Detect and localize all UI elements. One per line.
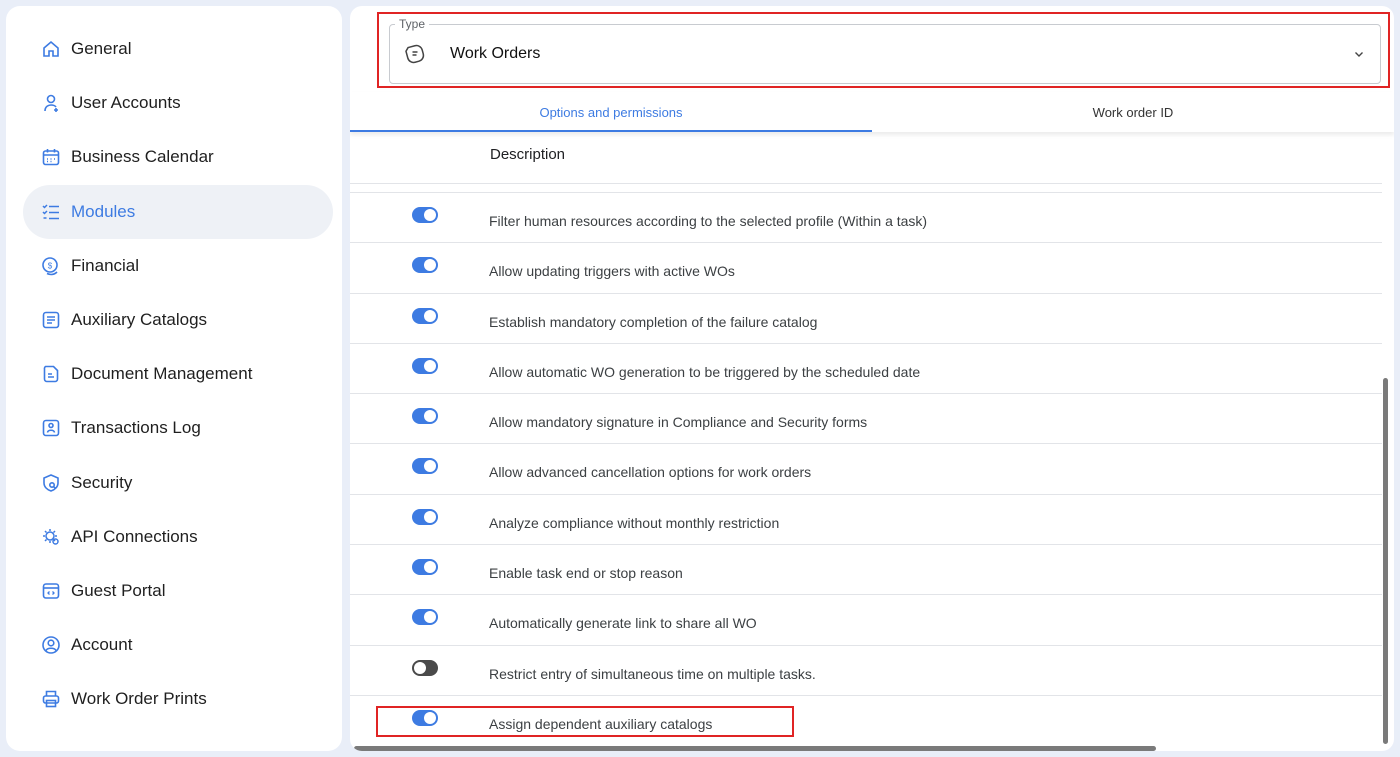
table-row: Restrict entry of simultaneous time on m… [350,644,1382,695]
option-description: Enable task end or stop reason [489,565,683,582]
option-description: Allow automatic WO generation to be trig… [489,363,921,380]
calendar-icon [41,147,61,167]
sidebar-item-user-accounts[interactable]: User Accounts [6,76,342,130]
description-column-header: Description [490,146,566,163]
module-settings-panel: Type Work Orders Options and permissions… [350,6,1394,751]
catalog-icon [41,310,61,330]
table-row: Automatically generate link to share all… [350,594,1382,644]
table-row: Analyze compliance without monthly restr… [350,493,1382,544]
option-toggle[interactable] [412,257,438,274]
chevron-down-icon[interactable] [1352,47,1366,61]
table-row: Allow advanced cancellation options for … [350,443,1382,493]
option-description: Allow updating triggers with active WOs [489,263,735,280]
api-gear-icon [41,527,61,547]
sidebar-item-work-order-prints[interactable]: Work Order Prints [6,672,342,726]
option-toggle[interactable] [412,659,438,676]
table-row: Enable task end or stop reason [350,544,1382,594]
sidebar-item-business-calendar[interactable]: Business Calendar [6,130,342,184]
sidebar-item-api-connections[interactable]: API Connections [6,510,342,564]
settings-tabs: Options and permissions Work order ID [350,92,1394,132]
tab-options-and-permissions[interactable]: Options and permissions [350,92,872,132]
option-description: Establish mandatory completion of the fa… [489,313,818,330]
settings-sidebar: General User Accounts Business Calendar … [6,6,342,751]
option-toggle[interactable] [412,609,438,626]
sidebar-item-auxiliary-catalogs[interactable]: Auxiliary Catalogs [6,293,342,347]
sidebar-item-guest-portal[interactable]: Guest Portal [6,564,342,618]
work-order-icon [404,43,426,65]
sidebar-item-transactions-log[interactable]: Transactions Log [6,401,342,455]
option-description: Allow mandatory signature in Compliance … [489,414,868,431]
horizontal-scrollbar[interactable] [354,746,1156,751]
sidebar-item-label: Document Management [71,364,253,384]
option-toggle[interactable] [412,207,438,223]
option-toggle[interactable] [412,408,438,425]
sidebar-item-label: Modules [71,201,136,221]
table-row: Allow updating triggers with active WOs [350,242,1382,292]
permissions-list: Filter human resources according to the … [350,192,1382,745]
sidebar-item-label: Work Order Prints [71,689,207,709]
sidebar-item-security[interactable]: Security [6,456,342,510]
sidebar-item-label: Transactions Log [71,418,201,438]
option-toggle[interactable] [412,307,438,324]
sidebar-item-label: Account [71,635,133,655]
sidebar-item-modules[interactable]: Modules [6,184,342,239]
sidebar-item-label: Business Calendar [71,147,214,167]
table-row: Filter human resources according to the … [350,192,1382,242]
printer-icon [41,689,61,709]
type-select-value: Work Orders [450,45,541,62]
type-field-highlight: Type Work Orders [377,12,1390,88]
sidebar-item-label: General [71,39,132,59]
option-description: Allow advanced cancellation options for … [489,464,812,481]
option-description: Automatically generate link to share all… [489,615,757,632]
option-toggle[interactable] [412,709,438,726]
sidebar-item-label: Auxiliary Catalogs [71,310,208,330]
sidebar-item-general[interactable]: General [6,22,342,76]
sidebar-item-account[interactable]: Account [6,618,342,672]
sidebar-item-label: Financial [71,255,140,275]
tab-work-order-id[interactable]: Work order ID [872,92,1394,132]
sidebar-item-label: API Connections [71,526,198,546]
home-icon [41,39,61,59]
vertical-scrollbar[interactable] [1383,378,1388,744]
list-check-icon [41,202,61,222]
table-row: Allow automatic WO generation to be trig… [350,342,1382,393]
type-select[interactable]: Type Work Orders [389,17,1381,84]
document-icon [41,364,61,384]
option-description: Restrict entry of simultaneous time on m… [489,665,816,682]
coin-icon: $ [41,256,61,276]
option-toggle[interactable] [412,508,438,525]
table-row: Allow mandatory signature in Compliance … [350,393,1382,443]
option-description: Analyze compliance without monthly restr… [489,514,780,531]
option-toggle[interactable] [412,357,438,374]
log-icon [41,418,61,438]
user-add-icon [41,93,61,113]
table-row: Establish mandatory completion of the fa… [350,292,1382,343]
sidebar-item-label: User Accounts [71,93,181,113]
account-circle-icon [41,635,61,655]
option-description: Assign dependent auxiliary catalogs [489,715,713,732]
svg-text:$: $ [48,261,53,270]
option-toggle[interactable] [412,458,438,475]
type-label: Type [395,17,430,31]
option-description: Filter human resources according to the … [489,213,928,229]
sidebar-item-label: Guest Portal [71,580,166,600]
table-row: Assign dependent auxiliary catalogs [350,694,1382,745]
sidebar-item-financial[interactable]: $ Financial [6,239,342,293]
sidebar-item-label: Security [71,472,133,492]
shield-icon [41,473,61,493]
portal-window-icon [41,581,61,601]
sidebar-item-document-management[interactable]: Document Management [6,347,342,401]
option-toggle[interactable] [412,559,438,576]
header-divider [350,183,1382,184]
